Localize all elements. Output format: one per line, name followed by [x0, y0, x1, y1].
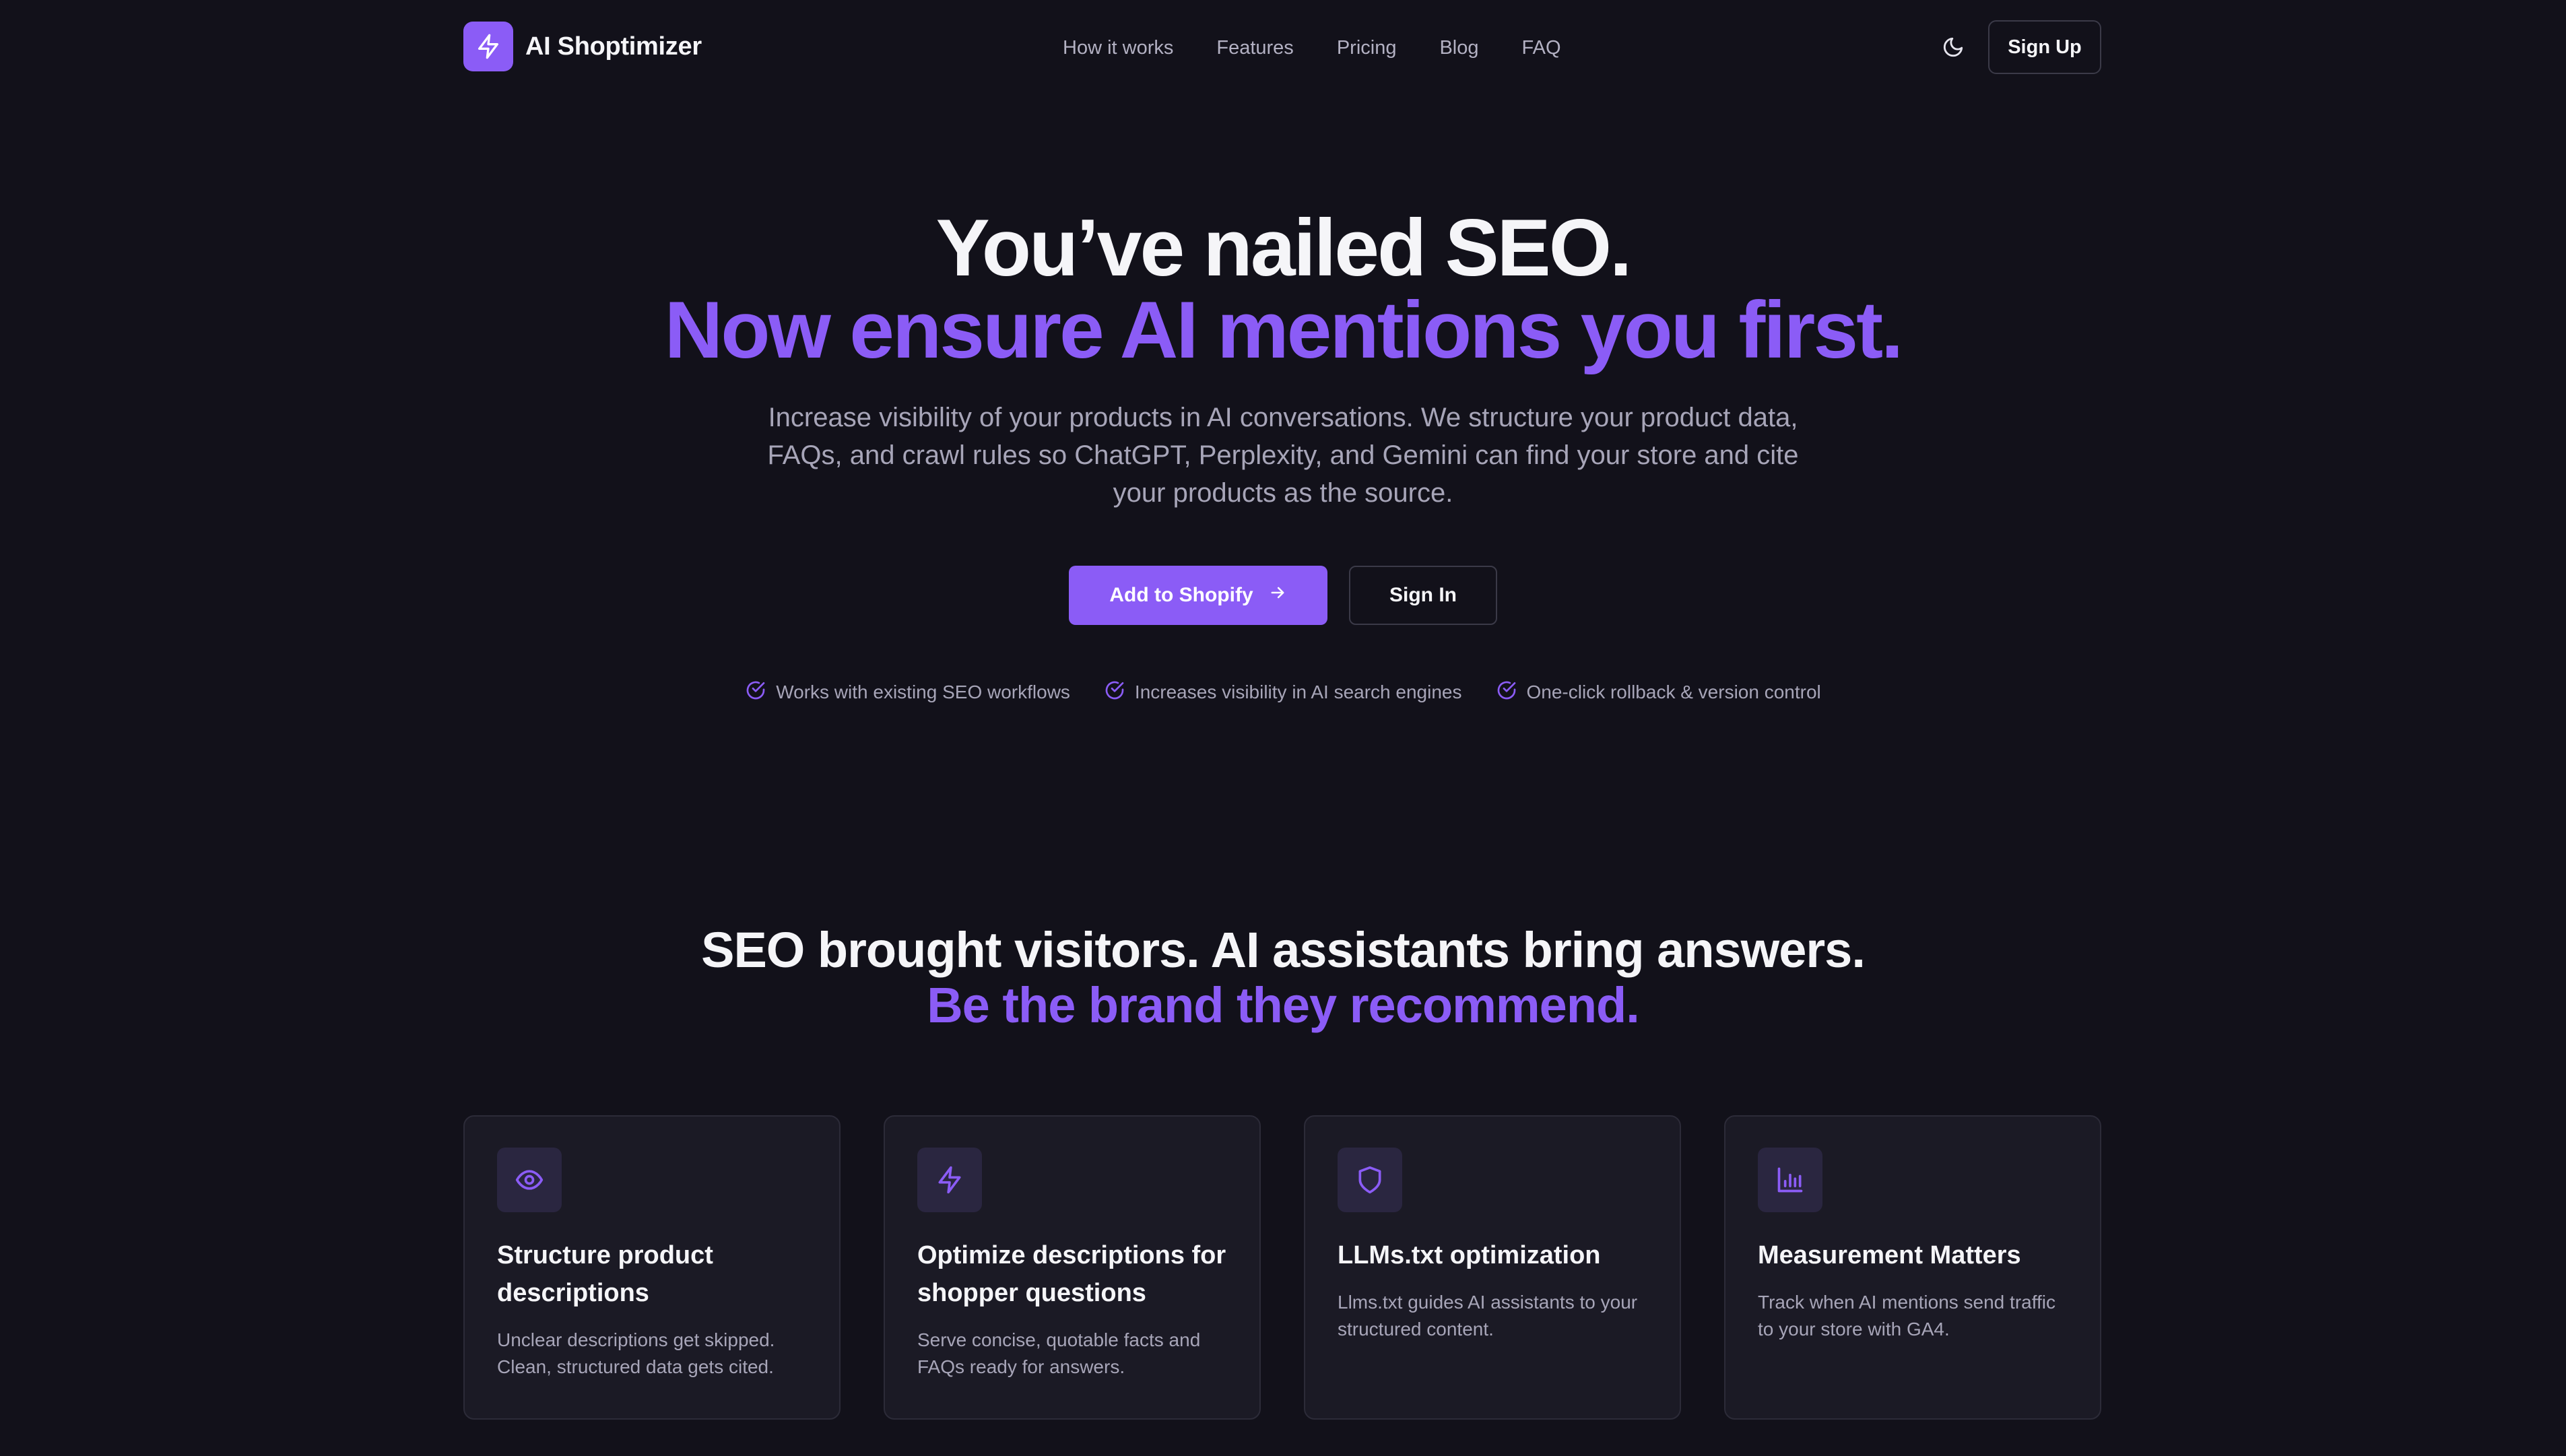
nav-links: How it works Features Pricing Blog FAQ — [1063, 31, 1561, 65]
card-title: Measurement Matters — [1758, 1241, 2021, 1269]
benefit-item: Works with existing SEO workflows — [745, 677, 1070, 707]
nav-link-faq[interactable]: FAQ — [1522, 37, 1561, 59]
section-title-line1: SEO brought visitors. AI assistants brin… — [701, 922, 1866, 978]
bar-chart-icon — [1758, 1148, 1822, 1212]
card-description: Track when AI mentions send traffic to y… — [1758, 1292, 2055, 1339]
benefit-item: Increases visibility in AI search engine… — [1104, 677, 1462, 707]
benefit-item: One-click rollback & version control — [1496, 677, 1821, 707]
nav-link-pricing[interactable]: Pricing — [1337, 37, 1397, 59]
add-to-shopify-label: Add to Shopify — [1109, 584, 1253, 606]
hero-benefits-list: Works with existing SEO workflows Increa… — [0, 677, 2566, 707]
feature-card-optimize: Optimize descriptions for shopper questi… — [884, 1115, 1261, 1420]
section-title-line2: Be the brand they recommend. — [927, 977, 1640, 1033]
feature-card-llms-txt: LLMs.txt optimization Llms.txt guides AI… — [1304, 1115, 1681, 1420]
nav-link-blog[interactable]: Blog — [1439, 37, 1478, 59]
card-title: LLMs.txt optimization — [1338, 1241, 1601, 1269]
hero-subtitle: Increase visibility of your products in … — [767, 403, 1799, 508]
shield-icon — [1338, 1148, 1402, 1212]
sign-up-button[interactable]: Sign Up — [1988, 20, 2101, 74]
arrow-right-icon — [1268, 583, 1287, 607]
card-title: Optimize descriptions for shopper questi… — [917, 1241, 1226, 1307]
lightning-bolt-icon — [463, 22, 513, 71]
brand-home-link[interactable]: AI Shoptimizer — [463, 22, 702, 71]
brand-name: AI Shoptimizer — [525, 32, 702, 61]
card-description: Llms.txt guides AI assistants to your st… — [1338, 1292, 1638, 1339]
feature-cards: Structure product descriptions Unclear d… — [463, 1115, 2101, 1420]
top-navigation: AI Shoptimizer How it works Features Pri… — [0, 0, 2566, 96]
benefit-label: One-click rollback & version control — [1526, 682, 1821, 702]
check-circle-icon — [1496, 680, 1517, 706]
card-title: Structure product descriptions — [497, 1241, 713, 1307]
add-to-shopify-button[interactable]: Add to Shopify — [1069, 566, 1327, 625]
check-circle-icon — [745, 680, 766, 706]
check-circle-icon — [1104, 680, 1125, 706]
hero-title-line1: You’ve nailed SEO. — [935, 203, 1633, 293]
hero-title-line2: Now ensure AI mentions you first. — [664, 285, 1904, 375]
sign-in-button[interactable]: Sign In — [1349, 566, 1497, 625]
hero-cta-row: Add to Shopify Sign In — [0, 566, 2566, 625]
lightning-bolt-icon — [917, 1148, 982, 1212]
theme-toggle-button[interactable] — [1934, 31, 1972, 65]
nav-link-features[interactable]: Features — [1216, 37, 1293, 59]
moon-icon — [1942, 36, 1965, 61]
feature-card-measurement: Measurement Matters Track when AI mentio… — [1724, 1115, 2101, 1420]
eye-icon — [497, 1148, 562, 1212]
nav-link-how-it-works[interactable]: How it works — [1063, 37, 1173, 59]
feature-card-structure: Structure product descriptions Unclear d… — [463, 1115, 841, 1420]
benefit-label: Increases visibility in AI search engine… — [1134, 682, 1462, 702]
benefit-label: Works with existing SEO workflows — [776, 682, 1070, 702]
card-description: Serve concise, quotable facts and FAQs r… — [917, 1329, 1201, 1377]
card-description: Unclear descriptions get skipped. Clean,… — [497, 1329, 775, 1377]
